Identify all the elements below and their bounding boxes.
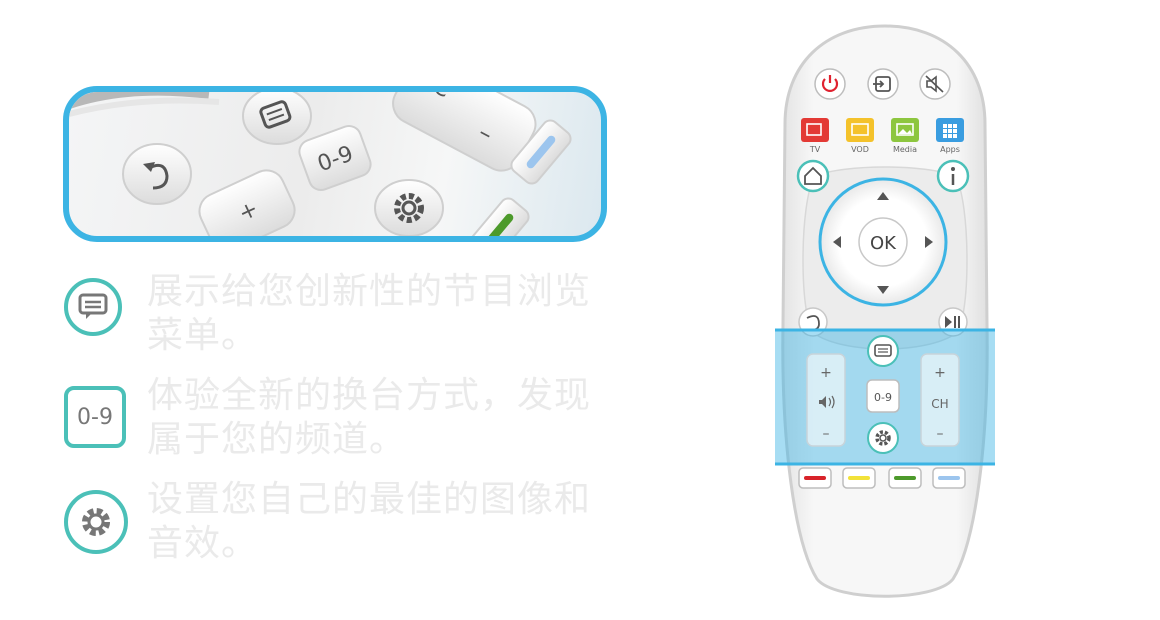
settings-button[interactable] [867,422,899,454]
feature-menu-text: 展示给您创新性的节目浏览菜单。 [147,271,592,356]
ch-minus-label: – [937,426,944,442]
power-button[interactable] [814,68,846,100]
mute-button[interactable] [919,68,951,100]
tv-label: TV [809,145,821,154]
vol-minus-label: – [823,426,830,442]
back-key [122,143,192,205]
feature-settings-icon-badge [64,490,128,554]
settings-key [374,179,444,236]
ch-label: CH [931,397,948,411]
media-button[interactable]: Media [891,118,919,154]
ch-plus-label: + [934,365,946,381]
apps-button[interactable]: Apps [936,118,964,154]
num-key: 0-9 [298,125,372,191]
numeric-button[interactable]: 0-9 [866,379,900,413]
remote-control: TV VOD Media Apps OK + – 0-9 + CH – [755,24,1011,604]
green-key [468,197,530,236]
info-icon [951,167,955,171]
numeric-icon-label: 0-9 [77,404,113,430]
dpad[interactable]: OK [818,177,948,307]
volume-rocker[interactable]: + – [806,353,846,447]
green-key[interactable] [888,467,922,489]
feature-settings-text: 设置您自己的最佳的图像和音效。 [147,479,592,564]
menu-key [242,92,312,145]
apps-label: Apps [940,145,960,154]
numeric-label: 0-9 [874,391,892,404]
yellow-key[interactable] [842,467,876,489]
gear-icon [82,508,110,536]
input-button[interactable] [867,68,899,100]
channel-rocker[interactable]: + CH – [920,353,960,447]
vod-label: VOD [851,145,869,154]
feature-numeric-icon-badge: 0-9 [64,386,126,448]
apps-grid-icon [943,124,957,138]
media-label: Media [893,145,917,154]
feature-numeric-text: 体验全新的换台方式，发现属于您的频道。 [147,375,592,460]
red-key[interactable] [798,467,832,489]
menu-bubble-icon [78,293,108,319]
blue-key[interactable] [932,467,966,489]
vol-key: + [198,169,296,236]
home-button[interactable] [796,159,830,193]
ok-label: OK [870,233,897,254]
menu-button[interactable] [867,335,899,367]
zoom-illustration: + 0-9 C – [69,92,572,236]
info-button[interactable] [936,159,970,193]
feature-menu-icon-badge [64,278,122,336]
vol-plus-label: + [820,365,832,381]
zoom-detail-panel: + 0-9 C – [63,86,607,242]
remote-illustration: TV VOD Media Apps OK + – 0-9 + CH – [755,24,1011,598]
